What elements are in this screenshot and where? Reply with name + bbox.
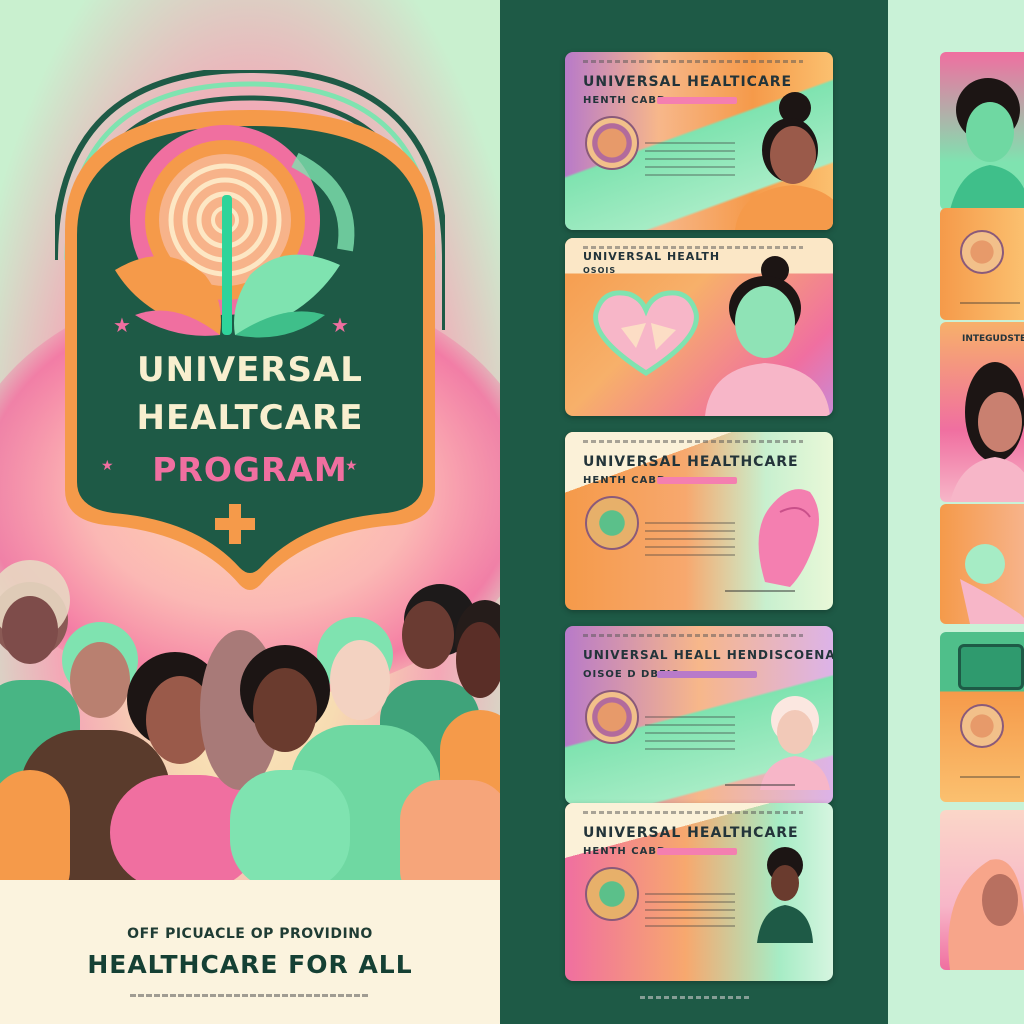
right-card-2 xyxy=(940,208,1024,320)
poster-panel: ★ ★ ★ ★ UNIVERSAL HEALTCARE PROGRAM OFF … xyxy=(0,0,500,1024)
heart-icon xyxy=(593,290,699,376)
card-signature xyxy=(960,762,1020,778)
card-name-bar xyxy=(657,848,737,855)
right-card-3: INTEGUDSTEL AG xyxy=(940,322,1024,502)
card-heading: INTEGUDSTEL AG xyxy=(962,334,1024,344)
health-card-4: UNIVERSAL HEALL HENDISCOENAL OISOE D DBE… xyxy=(565,626,833,804)
card-heading: UNIVERSAL HEALL HENDISCOENAL xyxy=(583,648,833,662)
hand-icon xyxy=(960,544,1024,624)
card-fine-print xyxy=(583,634,803,637)
poster-title-line2: HEALTCARE xyxy=(136,398,364,438)
right-card-5 xyxy=(940,632,1024,802)
card-portrait-woman xyxy=(705,256,830,416)
svg-text:★: ★ xyxy=(331,313,349,337)
card-name-bar xyxy=(657,671,757,678)
health-card-1: UNIVERSAL HEALTICARE HENTH CABD xyxy=(565,52,833,230)
card-signature xyxy=(725,766,795,786)
health-card-2: UNIVERSAL HEALTH OSOIS xyxy=(565,238,833,416)
card-portrait-man xyxy=(950,78,1024,210)
card-text-lines xyxy=(645,522,735,562)
card-seal-icon xyxy=(585,116,639,170)
poster-subtitle-small: OFF PICUACLE OP PROVIDINO xyxy=(127,926,373,942)
card-seal-icon xyxy=(960,704,1004,748)
card-heading: UNIVERSAL HEALTHCARE xyxy=(583,825,799,841)
poster-title-line1: UNIVERSAL xyxy=(137,350,363,390)
health-card-3: UNIVERSAL HEALTHCARE HENTH CABD xyxy=(565,432,833,610)
people-group-illustration xyxy=(0,560,500,890)
card-portrait-woman xyxy=(948,859,1024,970)
card-subheading: HENTH CABD xyxy=(583,475,667,486)
card-subheading: OSOIS xyxy=(583,266,617,275)
card-signature xyxy=(960,288,1020,304)
card-seal-icon xyxy=(960,230,1004,274)
panel-fine-print xyxy=(640,996,750,999)
card-fine-print xyxy=(583,60,803,63)
card-fine-print xyxy=(583,811,803,814)
card-name-bar xyxy=(657,97,737,104)
health-card-5: UNIVERSAL HEALTHCARE HENTH CABD xyxy=(565,803,833,981)
right-card-4 xyxy=(940,504,1024,624)
card-seal-icon xyxy=(585,496,639,550)
card-portrait-woman xyxy=(735,92,833,230)
card-portrait-woman xyxy=(757,847,813,943)
card-seal-icon xyxy=(585,690,639,744)
card-portrait-woman xyxy=(950,362,1024,502)
card-heading: UNIVERSAL HEALTHCARE xyxy=(583,454,799,470)
card-fine-print xyxy=(583,440,803,443)
right-card-6 xyxy=(940,810,1024,970)
card-text-lines xyxy=(645,893,735,933)
card-subheading: HENTH CABD xyxy=(583,95,667,106)
poster-title-line3: PROGRAM xyxy=(152,450,348,489)
card-name-bar xyxy=(657,477,737,484)
card-subheading: HENTH CABD xyxy=(583,846,667,857)
card-text-lines xyxy=(645,716,735,756)
svg-text:★: ★ xyxy=(113,313,131,337)
poster-subtitle-large: HEALTHCARE FOR ALL xyxy=(87,950,413,979)
card-chip-icon xyxy=(958,644,1024,690)
card-signature xyxy=(725,572,795,592)
right-card-1 xyxy=(940,52,1024,210)
program-badge-emblem: ★ ★ ★ ★ xyxy=(55,70,445,590)
poster-fine-print xyxy=(130,994,370,997)
card-text-lines xyxy=(645,142,735,182)
card-seal-icon xyxy=(585,867,639,921)
